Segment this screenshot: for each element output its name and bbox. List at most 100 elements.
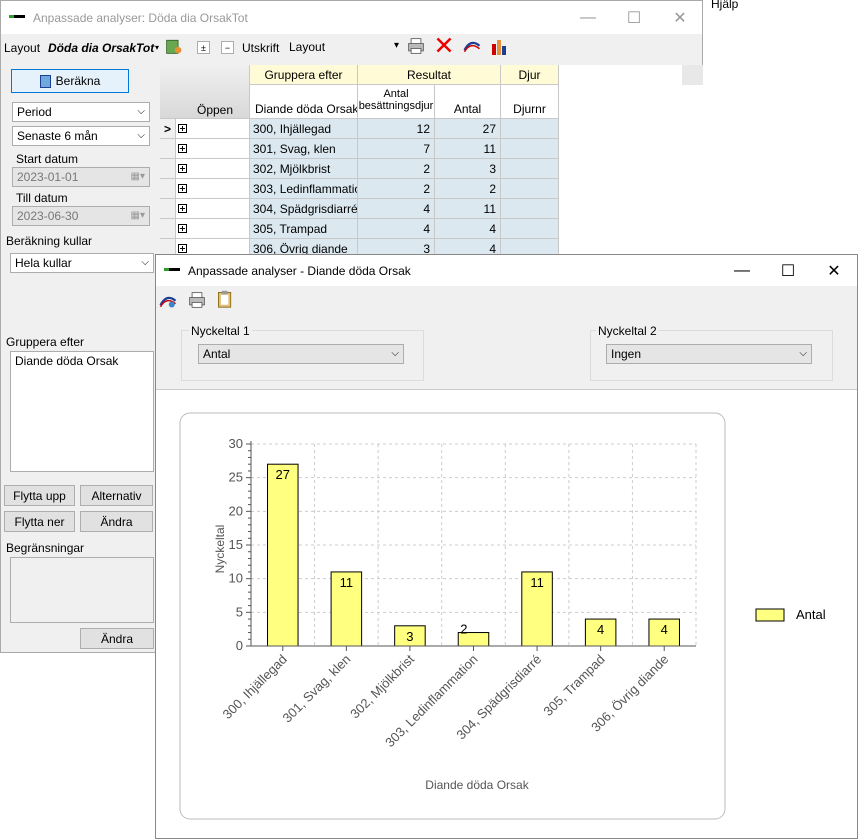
close-button[interactable]: ✕ xyxy=(811,255,857,286)
col-count-header[interactable]: Antal xyxy=(435,85,501,119)
bar xyxy=(267,463,299,647)
move-down-label: Flytta ner xyxy=(14,514,65,529)
y-tick-label: 5 xyxy=(236,604,243,619)
cell-animal-no[interactable] xyxy=(501,139,559,159)
bar-value-label: 2 xyxy=(460,622,467,637)
y-tick-label: 25 xyxy=(229,470,243,485)
row-selector[interactable] xyxy=(160,159,176,179)
expand-plus-icon[interactable] xyxy=(178,244,187,253)
cell-count[interactable]: 3 xyxy=(435,159,501,179)
cell-cause[interactable]: 301, Svag, klen xyxy=(250,139,358,159)
app-logo-icon xyxy=(9,14,25,21)
cell-count[interactable]: 11 xyxy=(435,199,501,219)
clipboard-icon[interactable] xyxy=(216,290,234,308)
minimize-button[interactable]: — xyxy=(719,255,765,286)
row-selector[interactable] xyxy=(160,199,176,219)
cell-animals[interactable]: 7 xyxy=(358,139,435,159)
bg-window-title: Anpassade analyser: Döda dia OrsakTot xyxy=(33,10,248,25)
end-date-field[interactable]: 2023-06-30 ▦▾ xyxy=(12,206,150,226)
row-expander[interactable] xyxy=(176,119,250,139)
kpi1-combo[interactable]: Antal ⌵ xyxy=(198,344,404,364)
cell-animals[interactable]: 12 xyxy=(358,119,435,139)
row-selector[interactable] xyxy=(160,179,176,199)
row-expander[interactable] xyxy=(176,159,250,179)
cell-animals[interactable]: 4 xyxy=(358,199,435,219)
kpi2-combo[interactable]: Ingen ⌵ xyxy=(606,344,812,364)
bg-maximize-button[interactable]: ☐ xyxy=(611,1,657,34)
row-expander[interactable] xyxy=(176,139,250,159)
cell-animals[interactable]: 2 xyxy=(358,179,435,199)
cell-cause[interactable]: 302, Mjölkbrist xyxy=(250,159,358,179)
row-expander[interactable] xyxy=(176,179,250,199)
printer-icon[interactable] xyxy=(407,37,425,55)
group-by-label: Gruppera efter xyxy=(6,335,85,349)
collapse-all-button[interactable]: − xyxy=(221,41,234,54)
y-tick-label: 20 xyxy=(229,503,243,518)
move-up-label: Flytta upp xyxy=(13,488,66,503)
move-down-button[interactable]: Flytta ner xyxy=(4,511,75,532)
cell-animal-no[interactable] xyxy=(501,179,559,199)
layout-combo[interactable]: Layout ▾ xyxy=(285,37,403,57)
expand-plus-icon[interactable] xyxy=(178,144,187,153)
row-selector[interactable]: > xyxy=(160,119,176,139)
group-by-item[interactable]: Diande döda Orsak xyxy=(15,354,149,368)
range-combo[interactable]: Senaste 6 mån ⌵ xyxy=(12,126,150,146)
row-expander[interactable] xyxy=(176,199,250,219)
cell-cause[interactable]: 305, Trampad xyxy=(250,219,358,239)
bg-close-button[interactable]: ✕ xyxy=(657,1,703,34)
row-expander[interactable] xyxy=(176,219,250,239)
calendar-icon: ▦▾ xyxy=(130,210,145,221)
row-selector[interactable] xyxy=(160,219,176,239)
alternative-button[interactable]: Alternativ xyxy=(80,485,153,506)
layout-name-dropdown[interactable]: Döda dia OrsakTot xyxy=(48,41,155,55)
bg-minimize-button[interactable]: — xyxy=(565,1,611,34)
maximize-button[interactable]: ☐ xyxy=(765,255,811,286)
start-date-field[interactable]: 2023-01-01 ▦▾ xyxy=(12,167,150,187)
cell-animal-no[interactable] xyxy=(501,119,559,139)
move-up-button[interactable]: Flytta upp xyxy=(4,485,75,506)
cell-count[interactable]: 4 xyxy=(435,219,501,239)
col-animal-no-header[interactable]: Djurnr xyxy=(501,85,559,119)
expand-plus-icon[interactable] xyxy=(178,184,187,193)
expand-plus-icon[interactable] xyxy=(178,164,187,173)
app-logo-icon xyxy=(164,267,180,274)
cell-animal-no[interactable] xyxy=(501,199,559,219)
change-button[interactable]: Ändra xyxy=(80,511,153,532)
start-date-value: 2023-01-01 xyxy=(17,170,79,184)
layout-dropdown-arrow-icon[interactable]: ▾ xyxy=(155,43,159,52)
limits-change-button[interactable]: Ändra xyxy=(80,628,154,649)
chart-legend: Antal xyxy=(755,607,826,622)
cell-cause[interactable]: 303, Ledinflammation xyxy=(250,179,358,199)
expand-plus-icon[interactable] xyxy=(178,224,187,233)
expand-all-button[interactable]: ± xyxy=(197,41,210,54)
litter-combo[interactable]: Hela kullar ⌵ xyxy=(10,253,154,273)
row-selector[interactable] xyxy=(160,139,176,159)
chevron-down-icon: ▾ xyxy=(393,40,399,51)
bar-chart-icon[interactable] xyxy=(491,38,509,56)
cell-count[interactable]: 27 xyxy=(435,119,501,139)
period-combo[interactable]: Period ⌵ xyxy=(12,102,150,122)
cell-count[interactable]: 2 xyxy=(435,179,501,199)
help-menu[interactable]: Hjälp xyxy=(711,0,738,11)
cell-animal-no[interactable] xyxy=(501,219,559,239)
cell-cause[interactable]: 300, Ihjällegad xyxy=(250,119,358,139)
cell-cause[interactable]: 304, Spädgrisdiarré xyxy=(250,199,358,219)
group-by-list[interactable]: Diande döda Orsak xyxy=(10,351,154,472)
expand-plus-icon[interactable] xyxy=(178,124,187,133)
legend-label: Antal xyxy=(796,607,826,622)
printer-icon[interactable] xyxy=(188,291,206,309)
cell-animal-no[interactable] xyxy=(501,159,559,179)
cell-animals[interactable]: 2 xyxy=(358,159,435,179)
cell-animals[interactable]: 4 xyxy=(358,219,435,239)
cell-count[interactable]: 11 xyxy=(435,139,501,159)
col-open-header[interactable]: Öppen xyxy=(197,103,233,117)
calculate-button[interactable]: Beräkna xyxy=(11,69,129,93)
col-count-animals-header[interactable]: Antal besättningsdjur xyxy=(358,85,435,119)
chart-settings-icon[interactable] xyxy=(463,36,481,54)
chart-settings-icon[interactable] xyxy=(159,291,177,309)
delete-icon[interactable] xyxy=(435,36,453,54)
chevron-down-icon: ⌵ xyxy=(391,348,399,359)
expand-plus-icon[interactable] xyxy=(178,204,187,213)
save-layout-icon[interactable] xyxy=(165,37,183,55)
col-cause-header[interactable]: Diande döda Orsak xyxy=(250,85,358,119)
